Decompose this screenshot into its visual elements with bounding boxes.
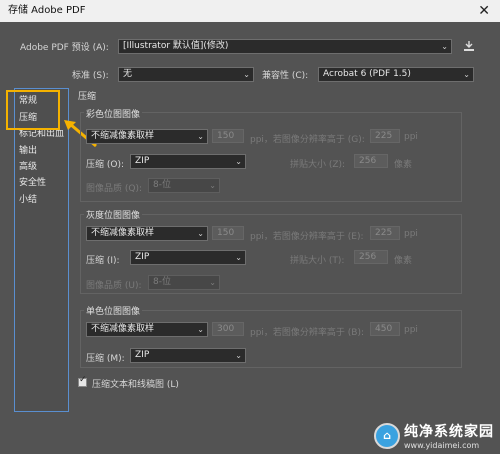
chevron-down-icon: ⌄ [243, 70, 250, 79]
watermark: ⌂ 纯净系统家园 www.yidaimei.com [374, 421, 494, 450]
watermark-logo-icon: ⌂ [374, 422, 400, 449]
color-downsample-value: 不缩减像素取样 [91, 131, 155, 141]
color-quality-value: 8-位 [153, 180, 171, 190]
gray-tile-field[interactable]: 256 [354, 250, 388, 264]
mono-compress-label: 压缩 (M): [86, 354, 125, 364]
gray-threshold-field[interactable]: 225 [370, 226, 400, 240]
chevron-down-icon: ⌄ [209, 181, 216, 190]
gray-quality-value: 8-位 [153, 277, 171, 287]
compat-select[interactable]: Acrobat 6 (PDF 1.5) ⌄ [318, 67, 474, 82]
color-tile-unit: 像素 [394, 160, 413, 170]
color-threshold-field[interactable]: 225 [370, 129, 400, 143]
mono-threshold-unit: ppi [404, 325, 418, 335]
sidebar-item-summary[interactable]: 小结 [19, 192, 37, 205]
color-compress-select[interactable]: ZIP ⌄ [130, 154, 246, 169]
chevron-down-icon: ⌄ [209, 278, 216, 287]
mono-downsample-value: 不缩减像素取样 [91, 324, 155, 334]
color-compress-label: 压缩 (O): [86, 160, 124, 170]
compress-text-label: 压缩文本和线稿图 (L) [92, 380, 179, 390]
mono-bitmap-title: 单色位图图像 [84, 304, 143, 317]
chevron-down-icon: ⌄ [441, 42, 448, 51]
mono-compress-select[interactable]: ZIP ⌄ [130, 348, 246, 363]
color-compress-value: ZIP [135, 156, 150, 166]
mono-ppi-unit: ppi，若图像分辨率高于 (B): [250, 328, 365, 338]
chevron-down-icon: ⌄ [235, 253, 242, 262]
standard-value: 无 [123, 69, 133, 79]
highlight-box [6, 90, 60, 130]
preset-value: [Illustrator 默认值](修改) [123, 41, 229, 51]
chevron-down-icon: ⌄ [197, 132, 204, 141]
gray-quality-select[interactable]: 8-位 ⌄ [148, 275, 220, 290]
gray-compress-select[interactable]: ZIP ⌄ [130, 250, 246, 265]
sidebar-item-security[interactable]: 安全性 [19, 175, 46, 188]
sidebar-item-output[interactable]: 输出 [19, 143, 37, 156]
gray-downsample-select[interactable]: 不缩减像素取样 ⌄ [86, 226, 208, 241]
compress-text-checkbox[interactable] [78, 375, 87, 387]
standard-label: 标准 (S): [72, 71, 109, 81]
save-preset-icon[interactable] [462, 40, 476, 52]
gray-bitmap-title: 灰度位图图像 [84, 208, 143, 221]
mono-compress-value: ZIP [135, 350, 150, 360]
color-quality-select[interactable]: 8-位 ⌄ [148, 178, 220, 193]
chevron-down-icon: ⌄ [235, 351, 242, 360]
gray-compress-value: ZIP [135, 252, 150, 262]
gray-ppi-field[interactable]: 150 [212, 226, 244, 240]
color-tile-label: 拼贴大小 (Z): [290, 160, 346, 170]
gray-downsample-value: 不缩减像素取样 [91, 228, 155, 238]
compat-value: Acrobat 6 (PDF 1.5) [323, 69, 411, 79]
chevron-down-icon: ⌄ [197, 229, 204, 238]
section-title: 压缩 [78, 92, 97, 102]
gray-tile-label: 拼贴大小 (T): [290, 256, 345, 266]
standard-select[interactable]: 无 ⌄ [118, 67, 254, 82]
gray-tile-unit: 像素 [394, 256, 413, 266]
gray-compress-label: 压缩 (I): [86, 256, 120, 266]
mono-ppi-field[interactable]: 300 [212, 322, 244, 336]
gray-threshold-unit: ppi [404, 229, 418, 239]
watermark-title: 纯净系统家园 [404, 424, 494, 440]
chevron-down-icon: ⌄ [463, 70, 470, 79]
color-threshold-unit: ppi [404, 132, 418, 142]
mono-threshold-field[interactable]: 450 [370, 322, 400, 336]
close-icon[interactable]: ✕ [478, 0, 490, 22]
preset-select[interactable]: [Illustrator 默认值](修改) ⌄ [118, 39, 452, 54]
gray-quality-label: 图像品质 (U): [86, 281, 142, 291]
title-bar: 存储 Adobe PDF ✕ [0, 0, 500, 22]
compat-label: 兼容性 (C): [262, 71, 309, 81]
window-title: 存储 Adobe PDF [8, 5, 86, 16]
color-quality-label: 图像品质 (Q): [86, 184, 142, 194]
gray-ppi-unit: ppi，若图像分辨率高于 (E): [250, 232, 364, 242]
chevron-down-icon: ⌄ [197, 325, 204, 334]
preset-label: Adobe PDF 预设 (A): [20, 43, 109, 53]
color-ppi-unit: ppi，若图像分辨率高于 (G): [250, 135, 365, 145]
sidebar-item-advanced[interactable]: 高级 [19, 159, 37, 172]
color-downsample-select[interactable]: 不缩减像素取样 ⌄ [86, 129, 208, 144]
color-ppi-field[interactable]: 150 [212, 129, 244, 143]
mono-downsample-select[interactable]: 不缩减像素取样 ⌄ [86, 322, 208, 337]
watermark-url: www.yidaimei.com [404, 441, 480, 450]
chevron-down-icon: ⌄ [235, 157, 242, 166]
color-tile-field[interactable]: 256 [354, 154, 388, 168]
color-bitmap-title: 彩色位图图像 [84, 107, 143, 120]
